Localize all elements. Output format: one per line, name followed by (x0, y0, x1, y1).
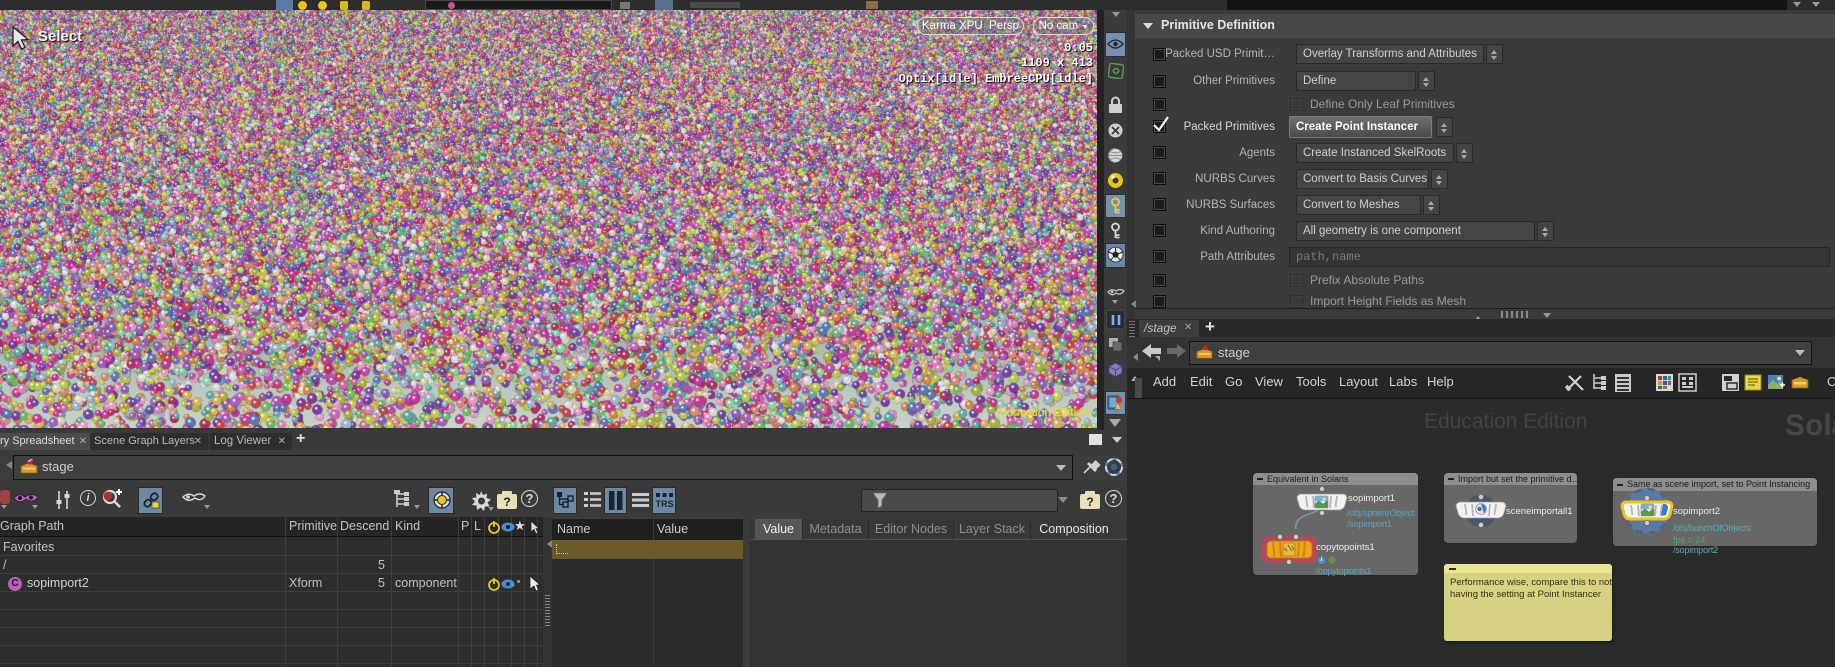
svg-text:?: ? (1086, 495, 1093, 509)
svg-text:TRS: TRS (656, 499, 674, 509)
svg-text:?: ? (503, 495, 510, 509)
